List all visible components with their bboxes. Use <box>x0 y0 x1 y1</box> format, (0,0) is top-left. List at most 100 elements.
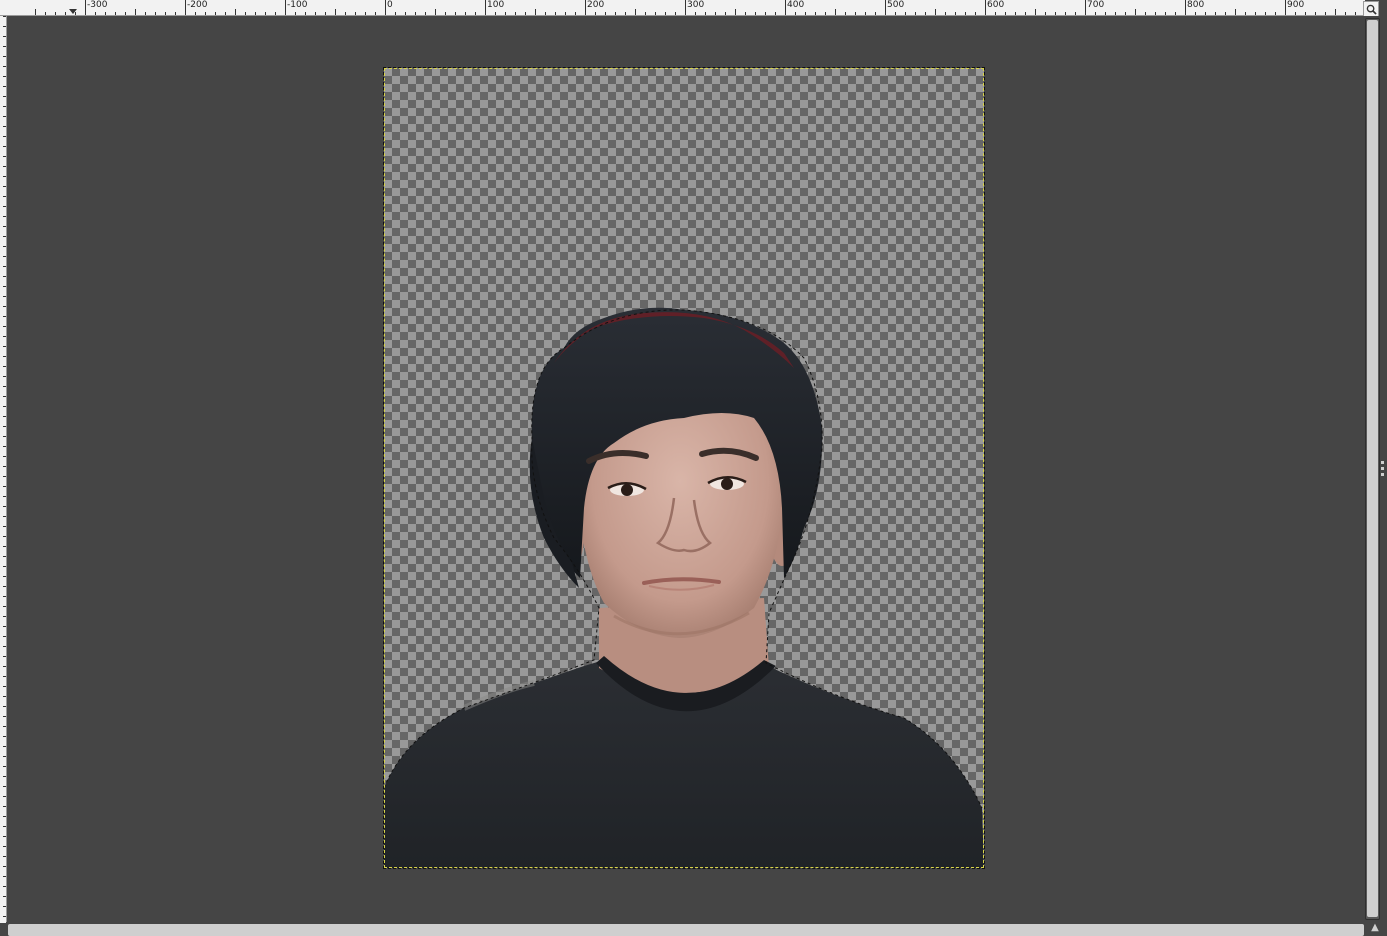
ruler-tick <box>745 12 746 15</box>
ruler-tick <box>3 366 6 367</box>
ruler-tick <box>3 446 6 447</box>
ruler-tick <box>3 746 6 747</box>
ruler-tick <box>3 886 6 887</box>
ruler-tick <box>1125 12 1126 15</box>
ruler-tick <box>3 356 6 357</box>
ruler-tick <box>245 12 246 15</box>
ruler-tick <box>255 12 256 15</box>
ruler-tick <box>1195 12 1196 15</box>
navigate-button[interactable]: ▲ <box>1367 923 1383 933</box>
ruler-tick <box>805 12 806 15</box>
ruler-tick <box>645 12 646 15</box>
ruler-tick <box>1155 12 1156 15</box>
ruler-tick <box>3 306 6 307</box>
ruler-pointer-marker <box>69 9 77 14</box>
ruler-tick <box>1135 9 1136 15</box>
ruler-tick <box>325 12 326 15</box>
ruler-tick <box>385 0 386 15</box>
ruler-tick <box>3 176 6 177</box>
ruler-tick <box>765 12 766 15</box>
image-canvas[interactable] <box>383 67 985 869</box>
ruler-tick <box>1065 12 1066 15</box>
horizontal-ruler[interactable]: -300 -200 -100 0 100 200 300 400 500 600 700 800 900 <box>0 0 1365 16</box>
horizontal-scroll-thumb[interactable] <box>8 924 1364 936</box>
ruler-tick <box>725 12 726 15</box>
zoom-image-button[interactable] <box>1363 1 1379 17</box>
ruler-tick <box>435 9 436 15</box>
ruler-tick <box>925 12 926 15</box>
vertical-ruler[interactable] <box>0 16 7 923</box>
ruler-tick <box>195 12 196 15</box>
ruler-tick <box>525 12 526 15</box>
vertical-scroll-thumb[interactable] <box>1367 20 1378 917</box>
ruler-tick <box>755 12 756 15</box>
portrait-cutout-image <box>384 307 984 868</box>
ruler-tick <box>3 146 6 147</box>
ruler-tick <box>3 96 6 97</box>
ruler-tick <box>105 12 106 15</box>
ruler-tick <box>3 676 6 677</box>
ruler-tick <box>3 736 6 737</box>
ruler-tick <box>3 766 6 767</box>
ruler-tick <box>3 816 6 817</box>
vertical-scrollbar[interactable] <box>1363 16 1387 923</box>
ruler-tick <box>3 826 6 827</box>
ruler-tick <box>1185 0 1186 15</box>
ruler-tick <box>345 12 346 15</box>
ruler-tick <box>3 236 6 237</box>
ruler-tick <box>625 12 626 15</box>
ruler-tick <box>335 9 336 15</box>
ruler-label: 600 <box>987 0 1005 10</box>
ruler-tick <box>3 646 6 647</box>
ruler-tick <box>1025 12 1026 15</box>
ruler-tick <box>1205 12 1206 15</box>
ruler-tick <box>3 596 6 597</box>
ruler-tick <box>295 12 296 15</box>
ruler-tick <box>3 126 6 127</box>
ruler-tick <box>3 536 6 537</box>
ruler-tick <box>145 12 146 15</box>
ruler-tick <box>685 0 686 15</box>
ruler-tick <box>1095 12 1096 15</box>
ruler-tick <box>3 66 6 67</box>
ruler-tick <box>1245 12 1246 15</box>
ruler-label: 0 <box>387 0 393 10</box>
ruler-tick <box>1045 12 1046 15</box>
ruler-tick <box>65 12 66 15</box>
ruler-tick <box>3 686 6 687</box>
horizontal-scrollbar[interactable] <box>6 922 1365 936</box>
dock-sash-grip[interactable] <box>1381 461 1385 481</box>
ruler-tick <box>3 36 6 37</box>
ruler-tick <box>3 566 6 567</box>
ruler-label: 200 <box>587 0 605 10</box>
ruler-tick <box>535 9 536 15</box>
ruler-tick <box>3 386 6 387</box>
ruler-tick <box>935 9 936 15</box>
ruler-label: 300 <box>687 0 705 10</box>
ruler-tick <box>205 12 206 15</box>
navigate-icon: ▲ <box>1371 922 1379 933</box>
ruler-tick <box>125 12 126 15</box>
ruler-tick <box>465 12 466 15</box>
ruler-tick <box>1175 12 1176 15</box>
ruler-tick <box>705 12 706 15</box>
ruler-tick <box>3 276 6 277</box>
ruler-label: 400 <box>787 0 805 10</box>
image-window-workspace[interactable]: -300 -200 -100 0 100 200 300 400 500 600 700 800 900 <box>0 0 1387 936</box>
ruler-tick <box>3 556 6 557</box>
ruler-tick <box>905 12 906 15</box>
ruler-tick <box>665 12 666 15</box>
ruler-tick <box>3 86 6 87</box>
vertical-scroll-trough[interactable] <box>1365 18 1380 920</box>
ruler-tick <box>415 12 416 15</box>
ruler-tick <box>305 12 306 15</box>
ruler-tick <box>985 0 986 15</box>
ruler-tick <box>1075 12 1076 15</box>
ruler-tick <box>565 12 566 15</box>
ruler-tick <box>545 12 546 15</box>
ruler-tick <box>3 456 6 457</box>
ruler-tick <box>175 12 176 15</box>
ruler-tick <box>915 12 916 15</box>
ruler-tick <box>3 196 6 197</box>
ruler-tick <box>1325 12 1326 15</box>
